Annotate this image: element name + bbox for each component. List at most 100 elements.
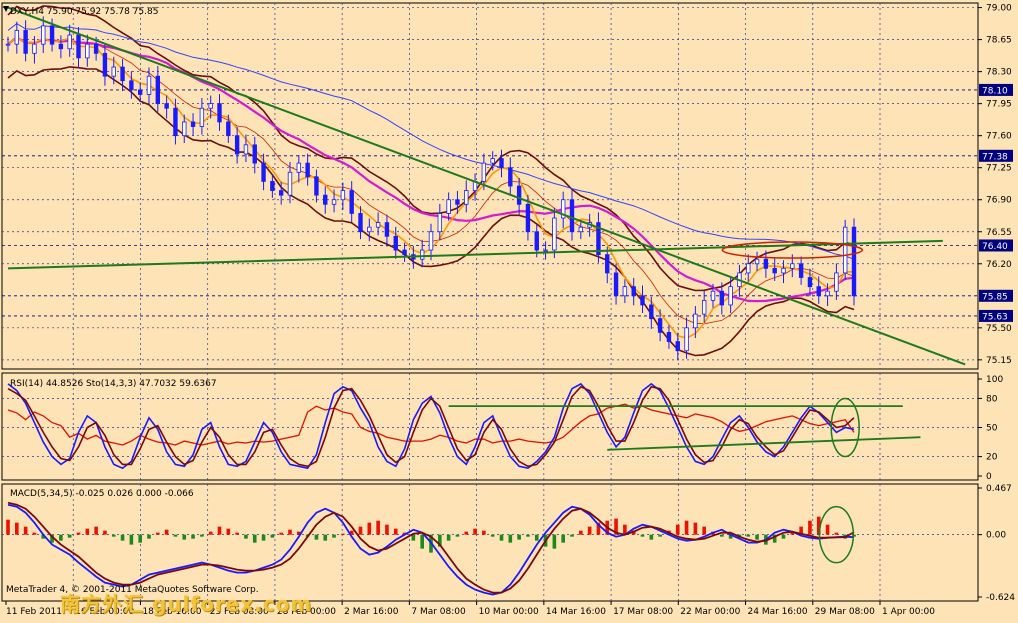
macd-histogram-bar [120, 534, 125, 541]
macd-histogram-bar [94, 526, 98, 535]
candle-body [155, 75, 161, 105]
macd-histogram-bar [720, 534, 724, 537]
candle-body [508, 167, 513, 187]
macd-histogram-bar [76, 532, 81, 535]
candle-body [58, 43, 64, 50]
macd-histogram-bar [244, 534, 248, 539]
macd-histogram-bar [138, 534, 142, 543]
candle-body [102, 52, 108, 77]
candle-body [340, 190, 346, 201]
candle-body [287, 171, 293, 196]
candle-body [93, 43, 99, 54]
candle-body [190, 121, 196, 127]
candle-body [49, 25, 55, 45]
y-axis-tick-label: 75.50 [986, 324, 1012, 334]
x-axis-tick-label: 2 Mar 16:00 [344, 607, 399, 617]
macd-histogram-bar [675, 524, 680, 535]
x-axis-tick-label: 29 Mar 08:00 [815, 607, 875, 617]
macd-histogram-bar [376, 520, 380, 535]
rsi-axis-tick-label: 0 [986, 472, 992, 482]
macd-histogram-bar [200, 534, 204, 537]
price-marker-label: 77.38 [982, 152, 1008, 162]
candle-body [834, 272, 839, 292]
macd-histogram-bar [111, 534, 116, 537]
candle-body [358, 213, 363, 233]
macd-histogram-bar [129, 534, 134, 545]
candle-body [164, 103, 169, 109]
candle-body [490, 158, 495, 164]
macd-histogram-bar [67, 534, 72, 538]
macd-histogram-bar [164, 529, 169, 535]
x-axis-tick-label: 11 Feb 2011 [6, 607, 62, 617]
macd-histogram-bar [561, 534, 565, 543]
macd-axis-tick-label: 0.00 [986, 531, 1006, 541]
candle-body [331, 199, 337, 205]
candle-body [816, 286, 821, 297]
y-axis-tick-label: 77.95 [986, 100, 1012, 110]
candle-body [111, 66, 116, 77]
candle-body [270, 181, 275, 191]
candle-body [384, 222, 390, 237]
candle-body [781, 267, 786, 274]
candle-body [375, 222, 381, 228]
macd-histogram-bar [59, 534, 63, 541]
macd-histogram-bar [517, 534, 521, 540]
x-axis-tick-label: 7 Mar 08:00 [411, 607, 466, 617]
price-marker-label: 75.85 [982, 292, 1008, 302]
main-panel-header: DXY,H4 75.90 75.92 75.78 75.85 [10, 7, 158, 17]
candle-body [728, 286, 733, 306]
candle-body [701, 299, 707, 315]
macd-histogram-bar [156, 532, 160, 535]
candle-body [367, 226, 372, 233]
macd-histogram-bar [261, 534, 266, 541]
macd-histogram-bar [755, 534, 759, 540]
candle-body [481, 162, 487, 182]
candle-body [261, 162, 266, 182]
macd-histogram-bar [658, 534, 662, 537]
candle-body [234, 135, 240, 155]
macd-histogram-bar [411, 534, 416, 541]
x-axis-tick-label: 1 Apr 00:00 [882, 607, 935, 617]
candle-body [137, 89, 143, 95]
macd-histogram-bar [270, 534, 275, 538]
candle-body [666, 331, 672, 342]
macd-histogram-bar [534, 534, 539, 541]
macd-axis-tick-label: 0.467 [986, 484, 1012, 494]
candle-body [622, 286, 628, 297]
candle-body [146, 75, 152, 95]
x-axis-tick-label: 22 Mar 00:00 [680, 607, 740, 617]
macd-histogram-bar [808, 520, 812, 535]
candle-body [85, 43, 90, 59]
candle-body [772, 267, 777, 274]
y-axis-tick-label: 76.20 [986, 260, 1012, 270]
macd-histogram-bar [279, 532, 283, 535]
macd-axis-tick-label: -0.624 [986, 593, 1015, 603]
candle-body [252, 144, 257, 164]
chart-canvas[interactable]: 11 Feb 2011 16 Feb 00:00 18 Feb 16:00 23 Fe… [0, 0, 1018, 619]
rsi-axis-tick-label: 80 [986, 394, 998, 404]
macd-histogram-bar [147, 534, 151, 539]
macd-histogram-bar [455, 534, 460, 537]
y-axis-tick-label: 79.00 [986, 4, 1012, 14]
candle-body [684, 327, 689, 352]
candle-body [446, 199, 451, 214]
candle-body [243, 144, 249, 155]
candle-body [552, 217, 557, 251]
macd-histogram-bar [552, 534, 557, 549]
macd-histogram-bar [235, 532, 239, 535]
macd-histogram-bar [746, 534, 751, 537]
y-axis-tick-label: 77.25 [986, 164, 1012, 174]
macd-histogram-bar [367, 522, 372, 535]
macd-histogram-bar [85, 528, 90, 535]
price-marker-label: 76.40 [982, 242, 1008, 252]
macd-histogram-bar [288, 529, 292, 535]
candle-body [675, 341, 680, 352]
candle-body [631, 286, 636, 297]
macd-histogram-bar [314, 534, 319, 540]
macd-histogram-bar [191, 534, 195, 539]
candle-body [129, 80, 134, 91]
candle-body [499, 158, 504, 169]
chart-window[interactable]: 11 Feb 2011 16 Feb 00:00 18 Feb 16:00 23 Fe… [0, 0, 1018, 619]
macd-histogram-bar [640, 534, 645, 537]
rsi-axis-tick-label: 100 [986, 375, 1003, 385]
